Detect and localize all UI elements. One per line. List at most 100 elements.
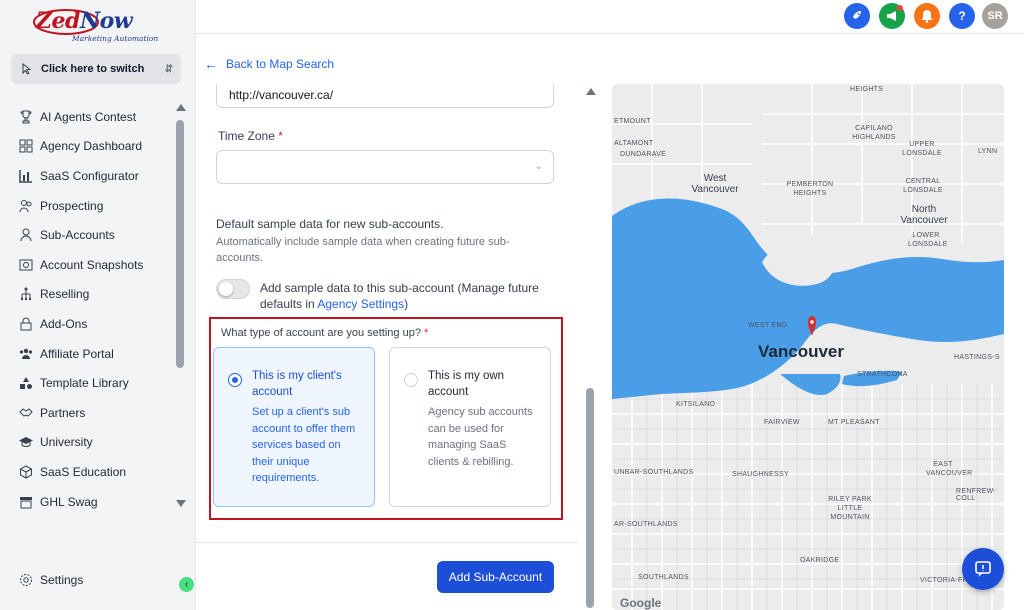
sidebar-item-label: Partners [40,405,86,420]
back-link-label: Back to Map Search [226,57,335,71]
map-label: LOWER LONSDALE [908,232,948,248]
sidebar-item-university[interactable]: University [0,428,176,458]
logo-brand: ZedNow [36,8,133,34]
trophy-icon [18,109,34,125]
map-label: SOUTHLANDS [638,574,689,581]
map-label: STRATHCONA [857,371,908,378]
client-account-radio[interactable] [228,373,242,387]
map-label: CAPILANO HIGHLANDS [852,125,896,141]
avatar[interactable]: SR [982,3,1008,29]
sidebar-item-add-ons[interactable]: Add-Ons [0,309,176,339]
map-label: North Vancouver [900,204,948,226]
map-label: PEMBERTON HEIGHTS [786,181,834,197]
chevron-down-icon: ⌄ [534,161,543,172]
timezone-label: Time Zone * [218,129,283,143]
scroll-down-icon[interactable] [176,500,186,507]
scroll-thumb[interactable] [586,388,594,608]
map-label: DUNDARAVE [620,151,667,158]
chat-icon [975,561,991,577]
logo-tagline: Marketing Automation [72,34,159,43]
add-sub-account-button[interactable]: Add Sub-Account [437,561,554,593]
map-label: MT PLEASANT [828,419,880,426]
sidebar-item-prospecting[interactable]: Prospecting [0,191,176,221]
bell-icon [921,10,933,23]
notification-dot [897,5,903,11]
sidebar-item-label: Prospecting [40,198,104,213]
sample-data-toggle[interactable] [216,279,250,299]
sample-data-title: Default sample data for new sub-accounts… [216,217,444,231]
form-scrollbar[interactable] [586,88,596,610]
sidebar-item-label: Sub-Accounts [40,228,115,243]
collapse-sidebar-button[interactable]: ‹ [179,577,194,592]
sidebar-item-label: Add-Ons [40,316,88,331]
pointer-icon [19,62,33,76]
sidebar-item-label: GHL Swag [40,494,98,509]
back-to-map-search-link[interactable]: ← Back to Map Search [204,56,334,72]
sidebar-scrollbar[interactable] [176,104,186,514]
dashboard-icon [18,138,34,154]
graduation-icon [18,434,34,450]
website-input[interactable]: http://vancouver.ca/ [216,84,554,108]
announcements-button[interactable] [879,3,905,29]
group-icon [18,346,34,362]
sidebar-item-label: Reselling [40,287,90,302]
map-city-label: Vancouver [758,342,844,361]
sidebar-item-label: University [40,435,93,450]
agency-settings-link[interactable]: Agency Settings [317,297,404,311]
sidebar-item-partners[interactable]: Partners [0,398,176,428]
sidebar-item-reselling[interactable]: Reselling [0,280,176,310]
sidebar-item-label: SaaS Education [40,464,127,479]
map-label: WEST END [748,322,788,329]
timezone-select[interactable]: ⌄ [216,150,554,184]
map-label: UNBAR-SOUTHLANDS [614,469,694,476]
map-label: LYNN [978,148,998,155]
own-account-option[interactable]: This is my own account Agency sub accoun… [389,347,551,507]
sidebar-item-ai-agents-contest[interactable]: AI Agents Contest [0,102,176,132]
form-divider [196,542,578,543]
scroll-up-icon[interactable] [586,88,596,95]
chart-bar-icon [18,168,34,184]
chat-support-button[interactable] [962,548,1004,590]
sidebar-item-saas-education[interactable]: SaaS Education [0,457,176,487]
toggle-knob [219,282,233,296]
sidebar-item-account-snapshots[interactable]: Account Snapshots [0,250,176,280]
option-description: Agency sub accounts can be used for mana… [428,406,533,468]
map-label: FAIRVIEW [764,419,800,426]
own-account-radio[interactable] [404,373,418,387]
sidebar-item-affiliate-portal[interactable]: Affiliate Portal [0,339,176,369]
sidebar-nav: AI Agents Contest Agency Dashboard SaaS … [0,102,176,516]
scroll-up-icon[interactable] [176,104,186,111]
google-attribution[interactable]: Google [620,596,661,610]
help-button[interactable]: ? [949,3,975,29]
map-label: HEIGHTS [850,86,884,93]
client-account-option[interactable]: This is my client's account Set up a cli… [213,347,375,507]
scroll-thumb[interactable] [176,120,184,368]
settings-label: Settings [40,573,84,587]
map-label: EAST VANCOUVER [926,461,973,477]
map-label: ALTAMONT [614,140,654,147]
sidebar-item-settings[interactable]: Settings [18,572,83,588]
sample-data-toggle-label: Add sample data to this sub-account (Man… [260,281,539,311]
top-bar: ? SR [196,0,1024,34]
account-switcher[interactable]: Click here to switch ⇵ [11,54,181,84]
sidebar-item-agency-dashboard[interactable]: Agency Dashboard [0,132,176,162]
map-label: HASTINGS-S [954,354,1000,361]
zednow-logo[interactable]: ZedNow Marketing Automation [32,6,172,46]
notifications-button[interactable] [914,3,940,29]
sidebar-item-template-library[interactable]: Template Library [0,368,176,398]
sidebar-item-sub-accounts[interactable]: Sub-Accounts [0,220,176,250]
sidebar: ZedNow Marketing Automation Click here t… [0,0,196,610]
sidebar-item-label: Agency Dashboard [40,139,143,154]
map-label: RILEY PARK LITTLE MOUNTAIN [828,496,872,521]
sidebar-item-ghl-swag[interactable]: GHL Swag [0,487,176,517]
rocket-button[interactable] [844,3,870,29]
website-value: http://vancouver.ca/ [229,88,334,102]
sidebar-item-saas-configurator[interactable]: SaaS Configurator [0,161,176,191]
account-type-section: What type of account are you setting up?… [209,317,563,520]
map-label: AR-SOUTHLANDS [614,521,678,528]
store-icon [18,494,34,510]
map-label: OAKRIDGE [800,557,840,564]
map-view[interactable]: HEIGHTS CAPILANO HIGHLANDS UPPER LONSDAL… [612,84,1004,610]
gear-icon [18,572,34,588]
rocket-icon [853,11,861,19]
